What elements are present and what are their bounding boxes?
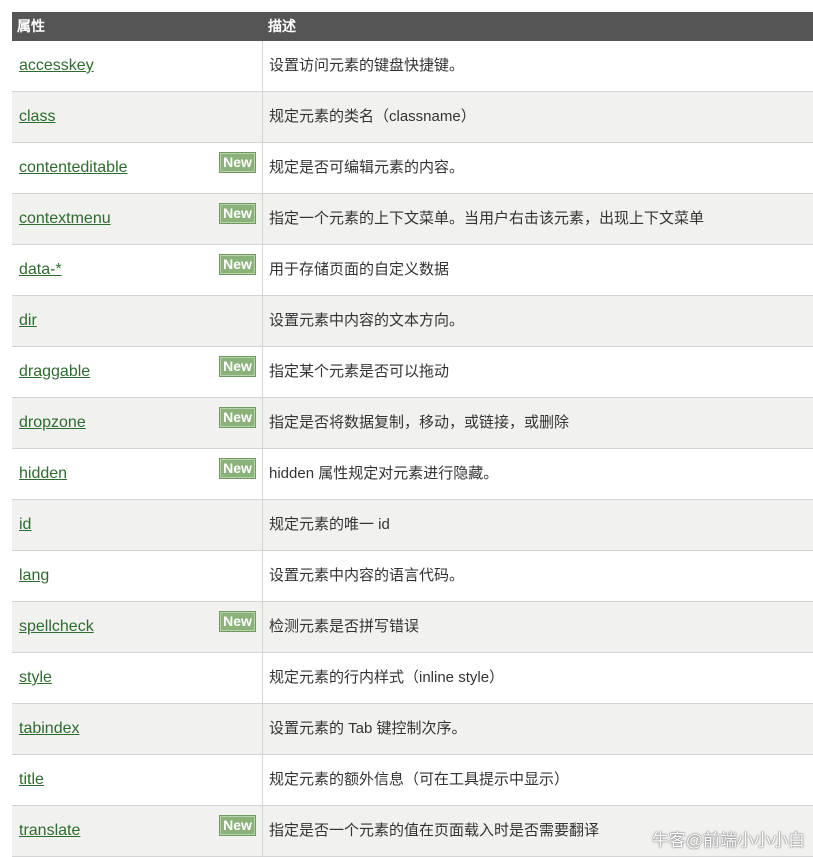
new-badge: New xyxy=(219,458,256,479)
attribute-cell: spellcheck New xyxy=(12,602,263,652)
table-row: hidden New hidden 属性规定对元素进行隐藏。 xyxy=(12,449,813,500)
attribute-cell: tabindex xyxy=(12,704,263,754)
attribute-link[interactable]: spellcheck xyxy=(19,618,94,636)
attribute-link[interactable]: class xyxy=(19,108,55,126)
attribute-cell: dropzone New xyxy=(12,398,263,448)
attribute-cell: accesskey xyxy=(12,41,263,91)
description-cell: 设置元素中内容的文本方向。 xyxy=(269,312,465,329)
description-cell: 规定元素的唯一 id xyxy=(269,516,390,533)
table-row: spellcheck New 检测元素是否拼写错误 xyxy=(12,602,813,653)
attribute-link[interactable]: hidden xyxy=(19,465,67,483)
description-cell: hidden 属性规定对元素进行隐藏。 xyxy=(269,465,499,482)
table-row: draggable New 指定某个元素是否可以拖动 xyxy=(12,347,813,398)
attribute-cell: data-* New xyxy=(12,245,263,295)
attribute-cell: contenteditable New xyxy=(12,143,263,193)
attribute-link[interactable]: translate xyxy=(19,822,80,840)
description-cell: 用于存储页面的自定义数据 xyxy=(269,261,450,278)
new-badge: New xyxy=(219,815,256,836)
watermark: 牛客@前端小小小白 xyxy=(651,831,805,850)
attribute-cell: draggable New xyxy=(12,347,263,397)
description-cell: 规定元素的行内样式（inline style） xyxy=(269,669,505,686)
attribute-link[interactable]: accesskey xyxy=(19,57,94,75)
description-cell: 规定元素的类名（classname） xyxy=(269,108,476,125)
description-cell: 规定元素的额外信息（可在工具提示中显示） xyxy=(269,771,570,788)
attribute-cell: id xyxy=(12,500,263,550)
attribute-cell: dir xyxy=(12,296,263,346)
table-row: tabindex 设置元素的 Tab 键控制次序。 xyxy=(12,704,813,755)
table-row: data-* New 用于存储页面的自定义数据 xyxy=(12,245,813,296)
attribute-cell: translate New xyxy=(12,806,263,856)
table-row: dropzone New 指定是否将数据复制，移动，或链接，或删除 xyxy=(12,398,813,449)
description-cell: 指定某个元素是否可以拖动 xyxy=(269,363,450,380)
attribute-cell: lang xyxy=(12,551,263,601)
attribute-cell: hidden New xyxy=(12,449,263,499)
description-cell: 规定是否可编辑元素的内容。 xyxy=(269,159,465,176)
table-row: id 规定元素的唯一 id xyxy=(12,500,813,551)
new-badge: New xyxy=(219,611,256,632)
table-row: title 规定元素的额外信息（可在工具提示中显示） xyxy=(12,755,813,806)
table-row: contenteditable New 规定是否可编辑元素的内容。 xyxy=(12,143,813,194)
attribute-cell: title xyxy=(12,755,263,805)
attribute-link[interactable]: id xyxy=(19,516,31,534)
description-cell: 指定一个元素的上下文菜单。当用户右击该元素，出现上下文菜单 xyxy=(269,210,705,227)
table-body: accesskey 设置访问元素的键盘快捷键。 class 规定元素的类名（class… xyxy=(12,41,813,857)
attribute-link[interactable]: contextmenu xyxy=(19,210,111,228)
attribute-cell: style xyxy=(12,653,263,703)
attribute-link[interactable]: tabindex xyxy=(19,720,80,738)
new-badge: New xyxy=(219,254,256,275)
attribute-link[interactable]: dropzone xyxy=(19,414,86,432)
attribute-link[interactable]: dir xyxy=(19,312,37,330)
attribute-link[interactable]: title xyxy=(19,771,44,789)
new-badge: New xyxy=(219,356,256,377)
table-row: lang 设置元素中内容的语言代码。 xyxy=(12,551,813,602)
table-row: dir 设置元素中内容的文本方向。 xyxy=(12,296,813,347)
attribute-link[interactable]: lang xyxy=(19,567,49,585)
header-attribute: 属性 xyxy=(17,18,45,34)
description-cell: 设置访问元素的键盘快捷键。 xyxy=(269,57,465,74)
table-row: class 规定元素的类名（classname） xyxy=(12,92,813,143)
table-row: contextmenu New 指定一个元素的上下文菜单。当用户右击该元素，出现上下… xyxy=(12,194,813,245)
new-badge: New xyxy=(219,152,256,173)
attribute-link[interactable]: draggable xyxy=(19,363,90,381)
table-row: accesskey 设置访问元素的键盘快捷键。 xyxy=(12,41,813,92)
header-description: 描述 xyxy=(268,18,296,34)
description-cell: 设置元素中内容的语言代码。 xyxy=(269,567,465,584)
description-cell: 指定是否将数据复制，移动，或链接，或删除 xyxy=(269,414,570,431)
attribute-link[interactable]: data-* xyxy=(19,261,62,279)
new-badge: New xyxy=(219,203,256,224)
table-row: style 规定元素的行内样式（inline style） xyxy=(12,653,813,704)
attribute-link[interactable]: contenteditable xyxy=(19,159,128,177)
attribute-cell: contextmenu New xyxy=(12,194,263,244)
table-header: 属性 描述 xyxy=(12,12,813,41)
new-badge: New xyxy=(219,407,256,428)
attribute-cell: class xyxy=(12,92,263,142)
description-cell: 检测元素是否拼写错误 xyxy=(269,618,420,635)
attribute-link[interactable]: style xyxy=(19,669,52,687)
attributes-table: 属性 描述 accesskey 设置访问元素的键盘快捷键。 class 规定元素的类名… xyxy=(12,12,813,857)
description-cell: 设置元素的 Tab 键控制次序。 xyxy=(269,720,467,737)
